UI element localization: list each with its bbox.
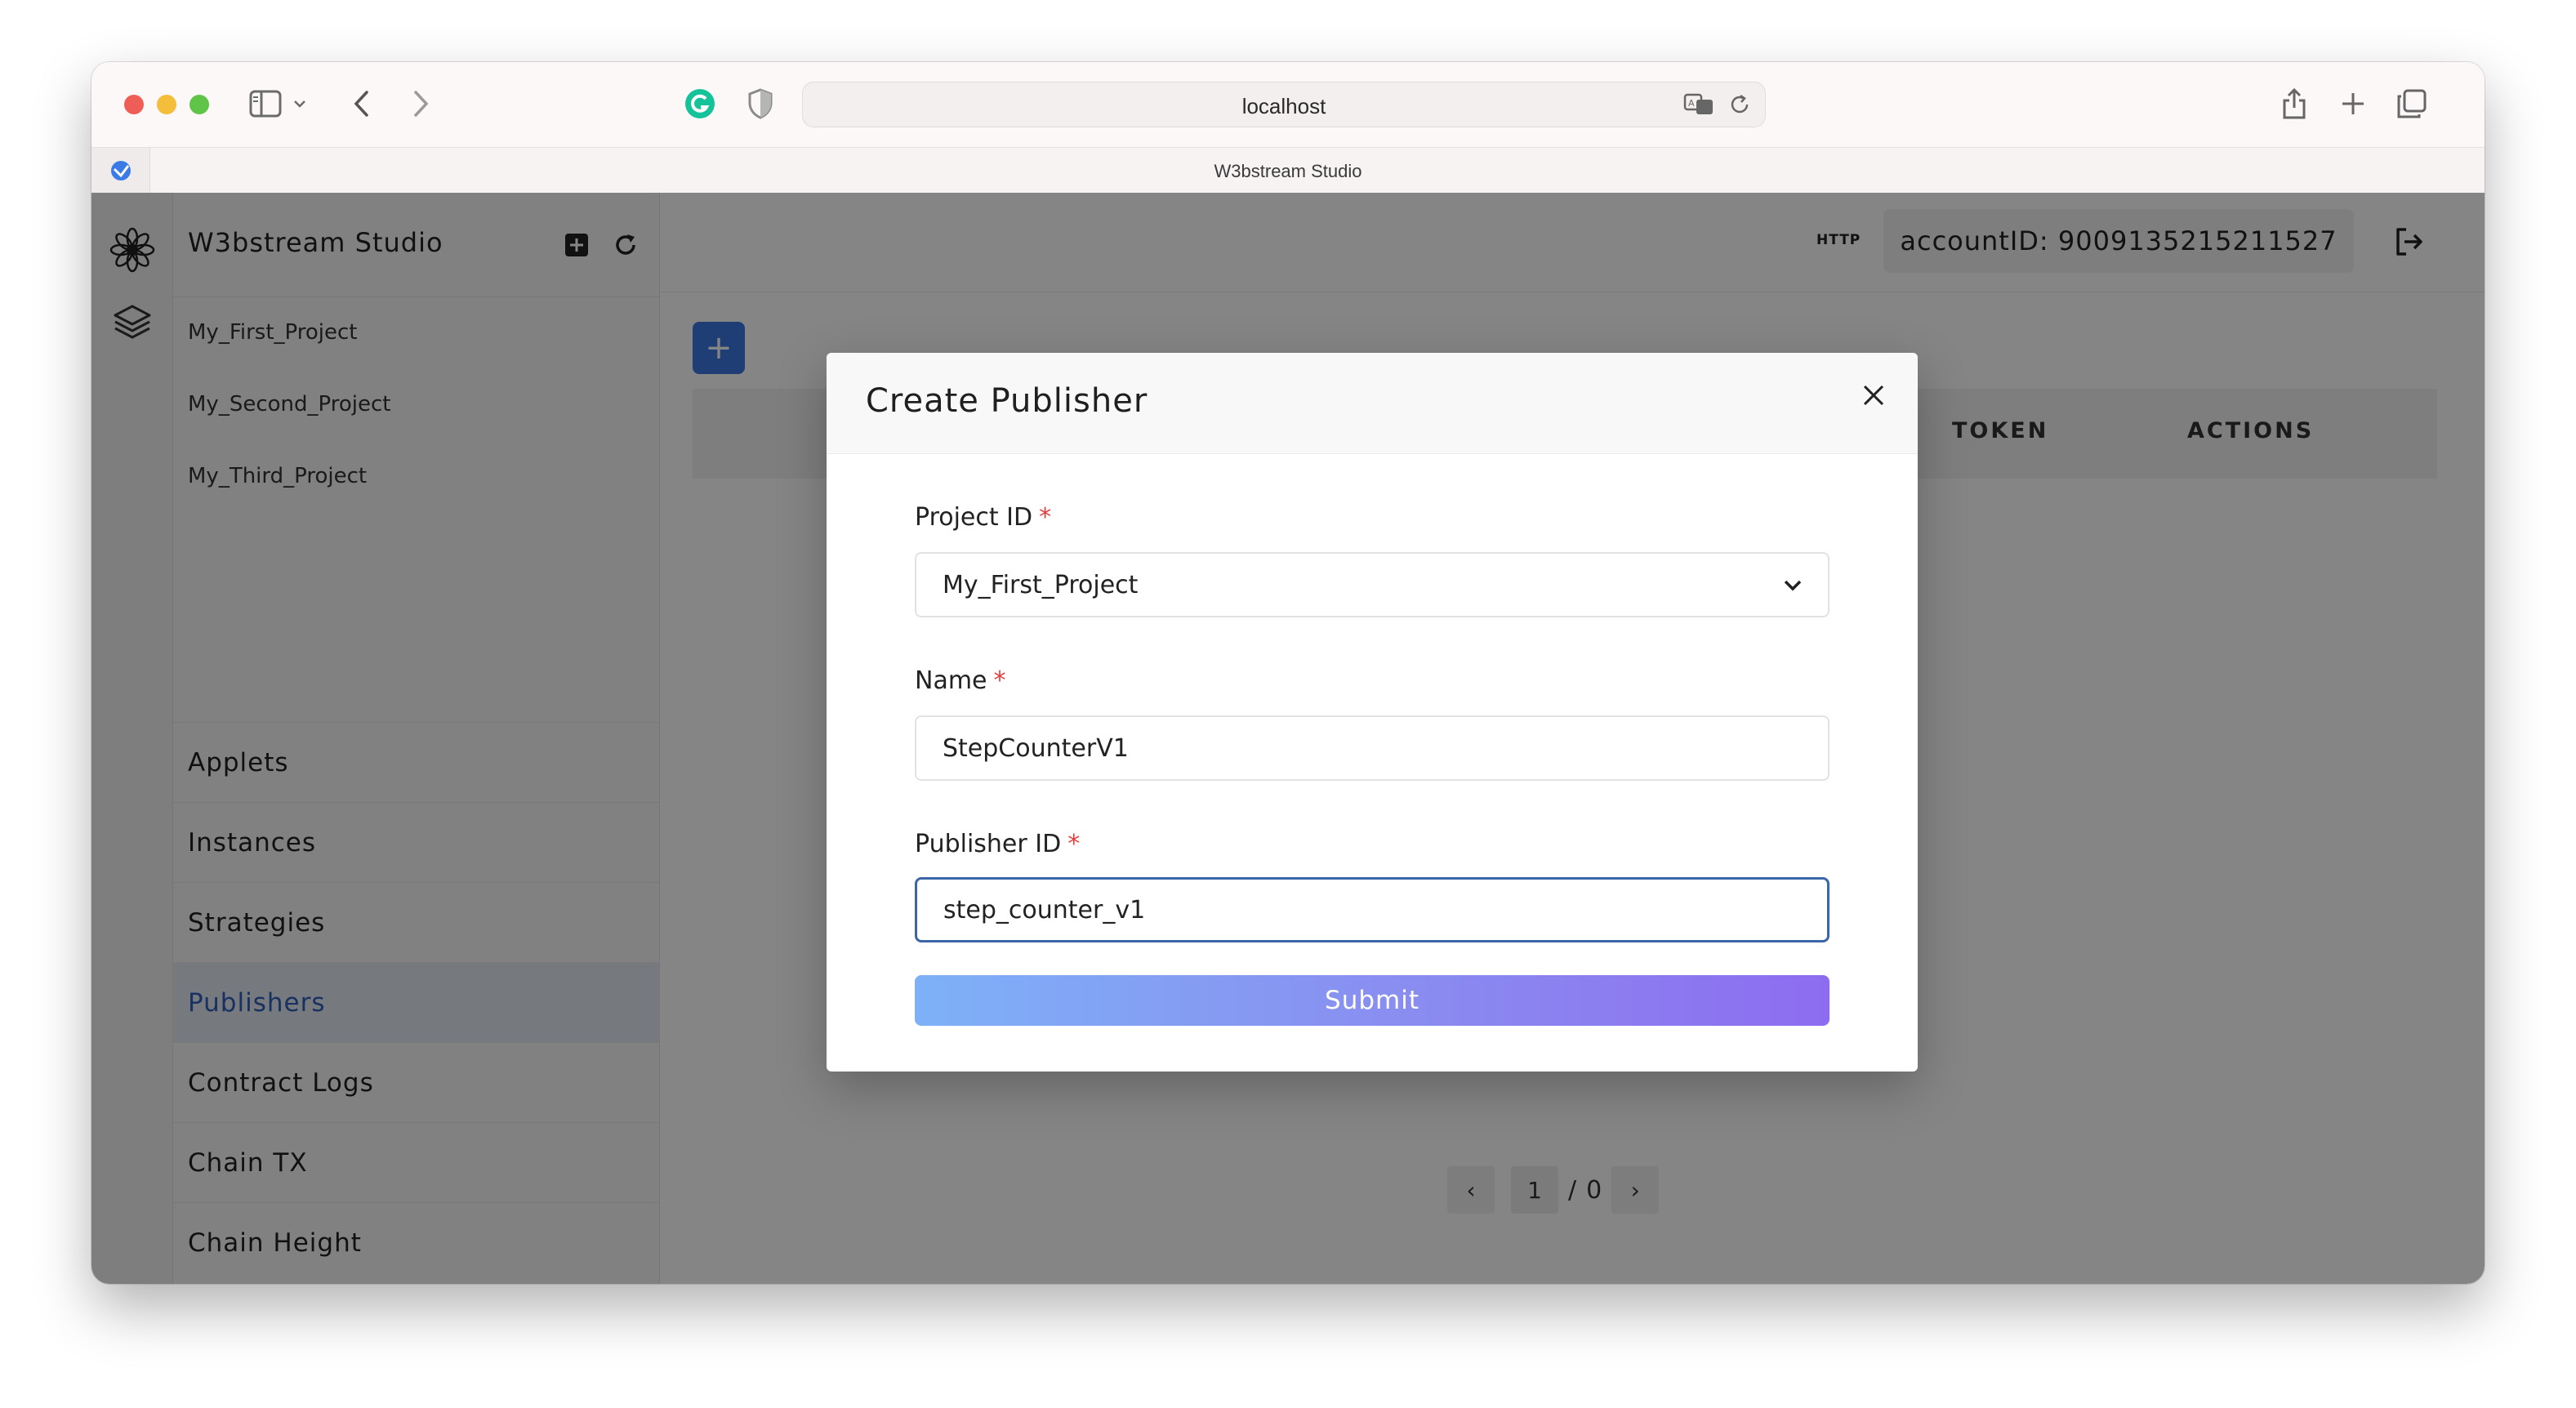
zoom-window-button[interactable]: [189, 95, 209, 114]
shield-icon[interactable]: [740, 83, 781, 124]
project-id-select[interactable]: My_First_Project: [915, 552, 1829, 617]
required-mark: *: [1067, 830, 1081, 858]
grammarly-icon[interactable]: [680, 83, 720, 124]
project-id-value: My_First_Project: [943, 570, 1139, 599]
submit-button[interactable]: Submit: [915, 975, 1829, 1026]
modal-header: Create Publisher: [827, 353, 1918, 454]
close-icon[interactable]: [1856, 377, 1892, 413]
address-bar[interactable]: localhost A: [802, 82, 1766, 127]
project-id-label: Project ID *: [915, 503, 1052, 532]
name-value: StepCounterV1: [943, 733, 1129, 763]
browser-window: localhost A W3bstream Studio W3bstream S…: [91, 62, 2485, 1284]
tab-strip: W3bstream Studio: [91, 147, 2485, 194]
tab-overview-icon[interactable]: [2391, 83, 2432, 124]
back-icon[interactable]: [341, 83, 382, 124]
publisher-id-label: Publisher ID *: [915, 830, 1081, 858]
reload-icon[interactable]: [1727, 92, 1752, 120]
create-publisher-modal: Create Publisher Project ID * My_First_Pr…: [827, 353, 1918, 1072]
new-tab-icon[interactable]: [2333, 83, 2373, 124]
forward-icon[interactable]: [400, 83, 441, 124]
required-mark: *: [993, 666, 1006, 695]
url-text: localhost: [1241, 94, 1326, 118]
name-input[interactable]: StepCounterV1: [915, 715, 1829, 781]
required-mark: *: [1039, 503, 1052, 532]
chevron-down-icon[interactable]: [287, 83, 312, 124]
modal-title: Create Publisher: [866, 382, 1148, 420]
publisher-id-input[interactable]: step_counter_v1: [915, 877, 1829, 942]
svg-text:A: A: [1688, 98, 1695, 109]
sidebar-toggle-icon[interactable]: [245, 83, 286, 124]
name-label: Name *: [915, 666, 1006, 695]
publisher-id-value: step_counter_v1: [943, 895, 1146, 925]
tab-title[interactable]: W3bstream Studio: [91, 161, 2485, 182]
browser-toolbar: localhost A: [91, 62, 2485, 147]
close-window-button[interactable]: [124, 95, 144, 114]
chevron-down-icon: [1780, 573, 1805, 598]
share-icon[interactable]: [2274, 83, 2315, 124]
app: W3bstream Studio My_First_Project My_Sec…: [91, 193, 2485, 1284]
translate-icon[interactable]: A: [1683, 92, 1716, 120]
minimize-window-button[interactable]: [157, 95, 176, 114]
